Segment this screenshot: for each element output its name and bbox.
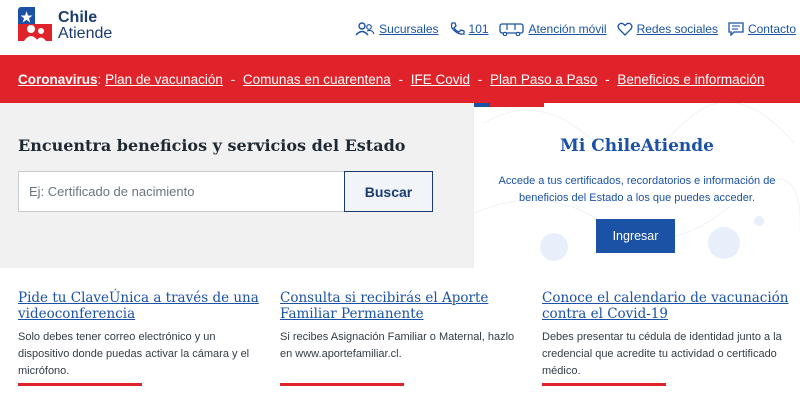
alert-colon: : [97,71,102,87]
alert-link-beneficios[interactable]: Beneficios e información [617,72,764,87]
card-accent-blue [474,103,490,107]
heart-icon [617,22,633,36]
alert-separator: - [601,71,614,87]
topnav-101[interactable]: 101 [449,22,489,36]
logo-wordmark: Chile Atiende [58,10,112,42]
info-column-text: Solo debes tener correo electrónico y un… [18,331,250,377]
info-column-accent-bar [18,383,142,386]
topnav-sucursales-label: Sucursales [379,22,439,36]
phone-icon [449,22,465,36]
topnav-101-label: 101 [468,22,489,36]
alert-link-ife-covid[interactable]: IFE Covid [411,72,470,87]
alert-separator: - [394,71,407,87]
info-column-title[interactable]: Pide tu ClaveÚnica a través de una video… [18,290,266,322]
search-section: Encuentra beneficios y servicios del Est… [0,103,474,268]
alert-link-vacunacion[interactable]: Plan de vacunación [105,72,223,87]
topnav-redes-sociales-label: Redes sociales [636,22,718,36]
logo-line2: Atiende [58,25,113,42]
people-icon [355,22,375,36]
topnav-redes-sociales[interactable]: Redes sociales [617,22,718,36]
alert-link-cuarentena[interactable]: Comunas en cuarentena [243,72,391,87]
ingresar-button[interactable]: Ingresar [596,219,675,253]
topnav-contacto-label: Contacto [747,22,796,36]
card-accent-red [490,103,544,107]
info-column-text: Si recibes Asignación Familiar o Materna… [280,331,515,360]
chat-icon [728,22,744,36]
card-title: Mi ChileAtiende [560,136,714,156]
topnav-atencion-movil-label: Atención móvil [528,22,607,36]
bus-icon [498,22,525,36]
topnav-contacto[interactable]: Contacto [728,22,796,36]
chile-flag-logo-icon [18,7,52,41]
info-column-title[interactable]: Consulta si recibirás el Aporte Familiar… [280,290,528,322]
site-header: Chile Atiende Sucursales 101 Atención mó… [0,0,800,54]
info-column-aporte-familiar: Consulta si recibirás el Aporte Familiar… [280,290,528,386]
info-column-accent-bar [280,383,404,386]
chileatiende-logo[interactable]: Chile Atiende [18,7,112,45]
topnav-atencion-movil[interactable]: Atención móvil [498,22,607,36]
top-navigation: Sucursales 101 Atención móvil Redes soci… [345,22,796,36]
info-column-claveunica: Pide tu ClaveÚnica a través de una video… [18,290,266,386]
search-input[interactable] [18,171,346,212]
covid-alert-bar: Coronavirus: Plan de vacunación - Comuna… [0,55,800,103]
alert-separator: - [226,71,239,87]
mi-chileatiende-card: Mi ChileAtiende Accede a tus certificado… [474,103,800,268]
info-column-vacunacion: Conoce el calendario de vacunación contr… [542,290,790,386]
info-column-title[interactable]: Conoce el calendario de vacunación contr… [542,290,790,322]
topnav-sucursales[interactable]: Sucursales [355,22,439,36]
info-column-accent-bar [542,383,666,386]
search-button[interactable]: Buscar [344,171,433,212]
alert-separator: - [474,71,487,87]
alert-coronavirus-link[interactable]: Coronavirus [18,72,98,87]
alert-link-paso-a-paso[interactable]: Plan Paso a Paso [490,72,597,87]
logo-line1: Chile [58,9,98,26]
card-description: Accede a tus certificados, recordatorios… [498,175,776,204]
info-column-text: Debes presentar tu cédula de identidad j… [542,331,782,377]
search-heading: Encuentra beneficios y servicios del Est… [18,136,406,155]
